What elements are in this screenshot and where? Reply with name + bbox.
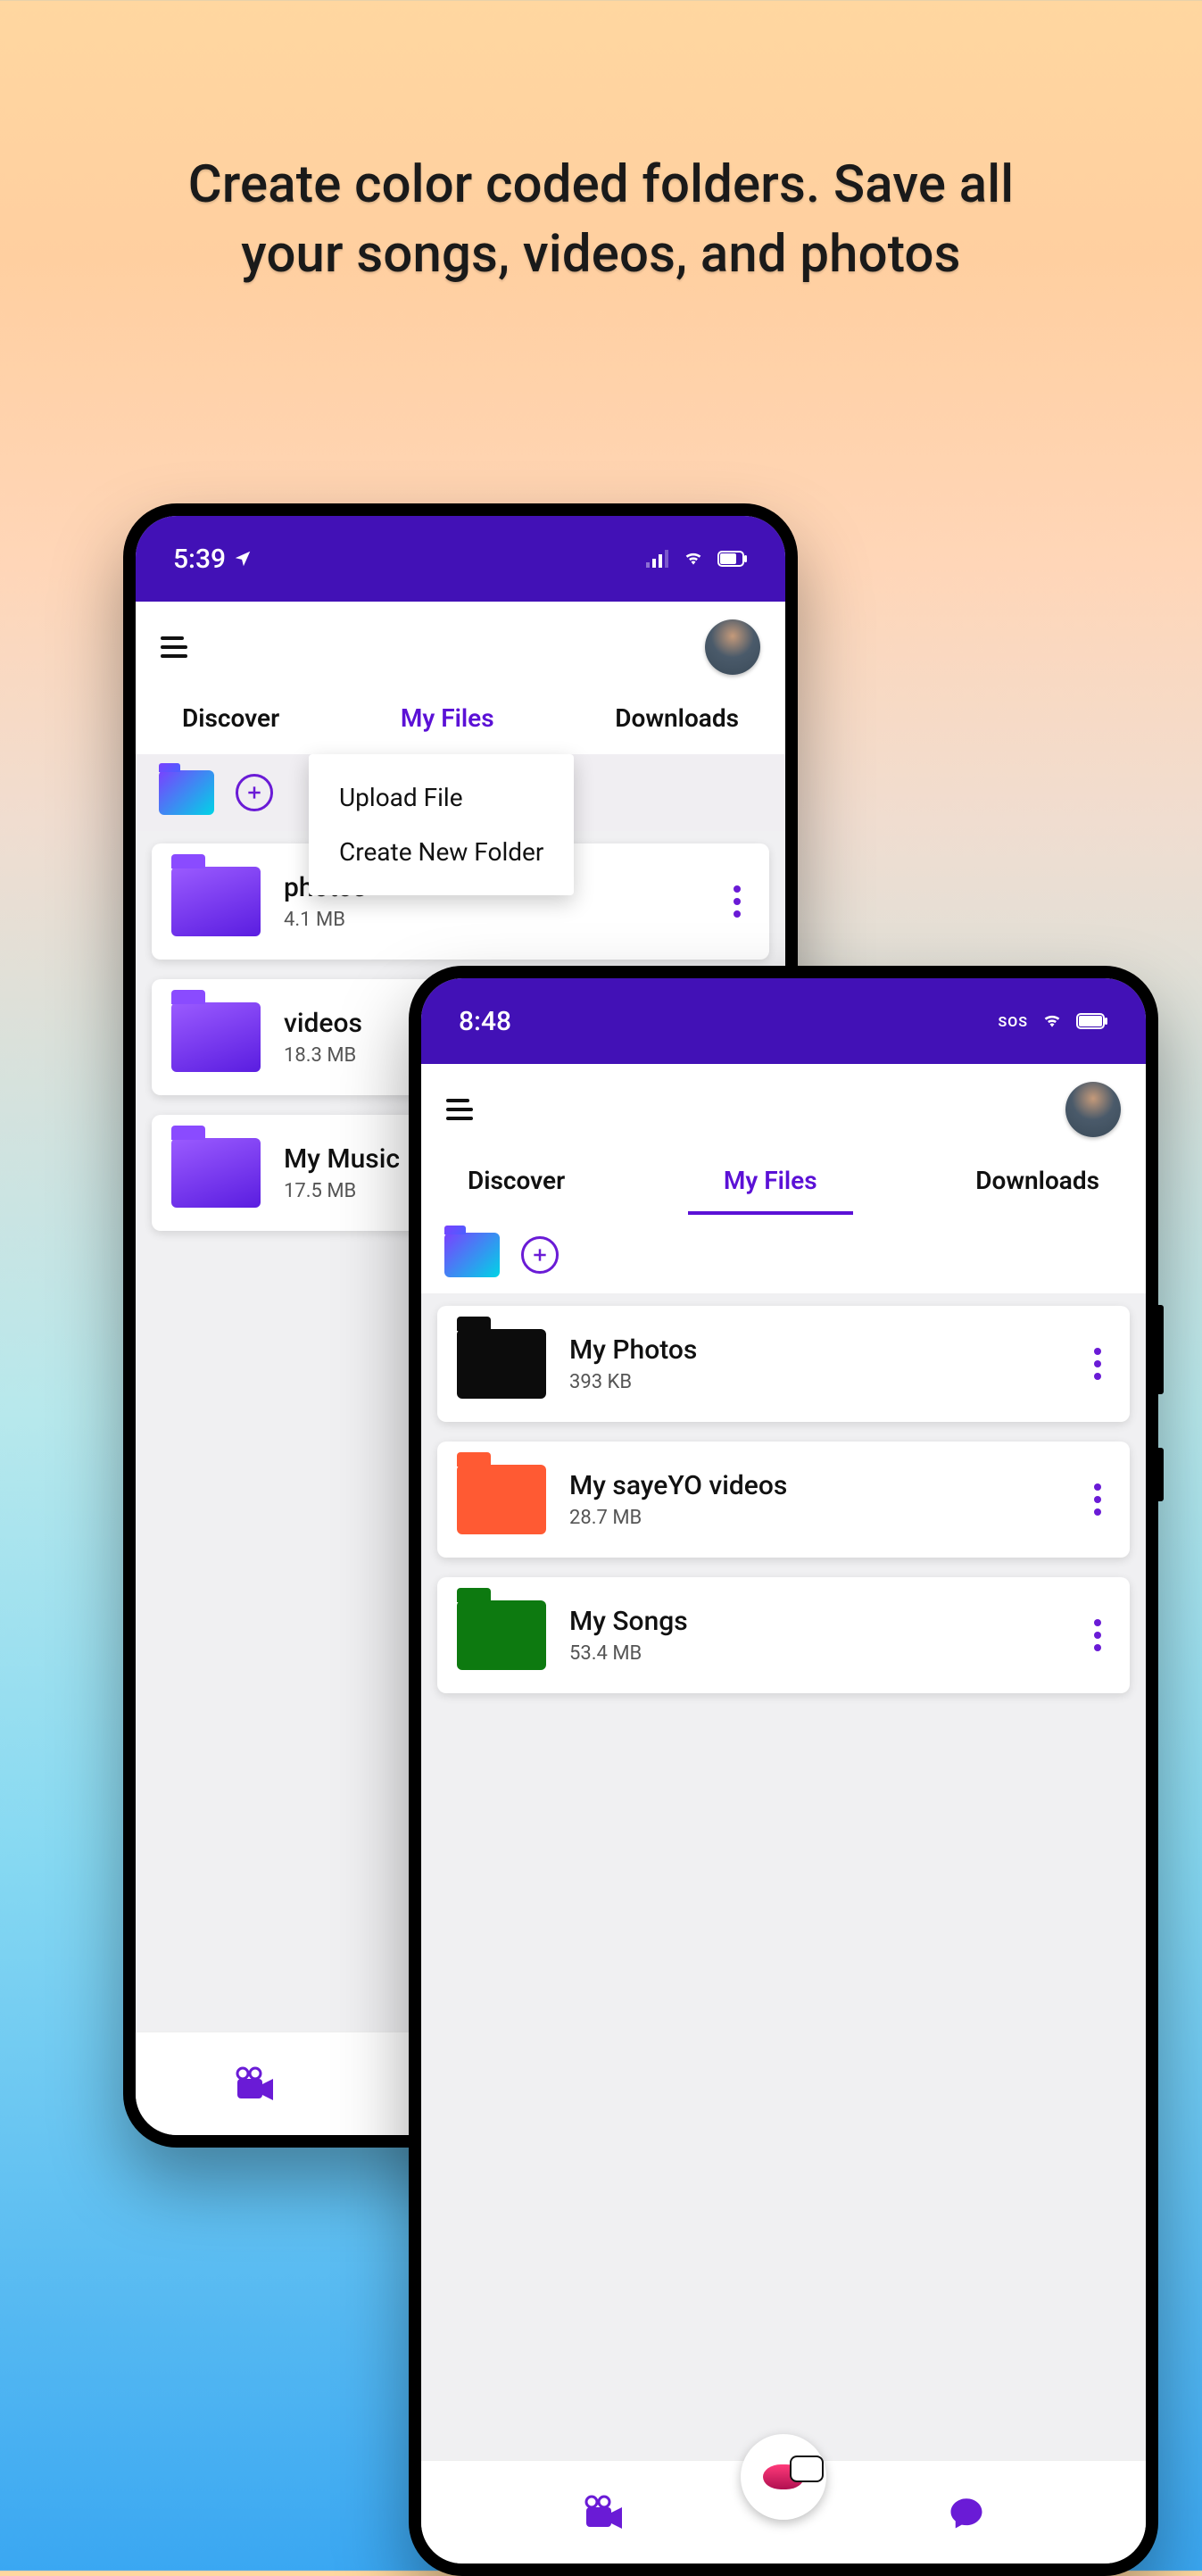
status-bar: 8:48 SOS (421, 978, 1146, 1064)
app-bar: Discover My Files Downloads (421, 1064, 1146, 1217)
folder-icon (457, 1465, 546, 1534)
tab-discover[interactable]: Discover (178, 698, 283, 738)
signal-icon (646, 550, 669, 568)
menu-item-upload-file[interactable]: Upload File (334, 770, 549, 825)
status-time: 8:48 (459, 1006, 511, 1037)
add-button[interactable] (521, 1236, 559, 1274)
status-bar: 5:39 (136, 516, 785, 602)
tabs: Discover My Files Downloads (161, 682, 760, 754)
phone-frame-right: 8:48 SOS Discover My Files Downloads (409, 966, 1158, 2576)
more-button[interactable] (1085, 1339, 1110, 1389)
more-button[interactable] (1085, 1610, 1110, 1660)
tab-my-files[interactable]: My Files (720, 1160, 821, 1201)
menu-item-create-folder[interactable]: Create New Folder (334, 825, 549, 879)
more-button[interactable] (1085, 1475, 1110, 1525)
new-folder-icon[interactable] (159, 770, 214, 815)
folder-name: My Photos (569, 1334, 1062, 1366)
wifi-icon (1040, 1012, 1064, 1030)
folder-size: 53.4 MB (569, 1642, 1062, 1665)
menu-button[interactable] (161, 636, 187, 658)
promo-headline: Create color coded folders. Save all you… (0, 150, 1202, 290)
status-time-text: 5:39 (173, 544, 226, 575)
headline-line-1: Create color coded folders. Save all (0, 150, 1202, 220)
new-folder-icon[interactable] (444, 1233, 500, 1277)
folder-icon (171, 1002, 261, 1072)
folder-size: 393 KB (569, 1371, 1062, 1393)
folder-name: My sayeYO videos (569, 1470, 1062, 1501)
tab-discover[interactable]: Discover (464, 1160, 568, 1201)
battery-icon (717, 551, 748, 567)
folder-icon (457, 1600, 546, 1670)
bottom-nav (421, 2460, 1146, 2564)
files-toolbar (421, 1217, 1146, 1293)
tab-downloads[interactable]: Downloads (611, 698, 742, 738)
folder-row[interactable]: My Photos 393 KB (437, 1306, 1130, 1422)
battery-icon (1076, 1013, 1108, 1029)
tab-downloads[interactable]: Downloads (972, 1160, 1103, 1201)
nav-chat-button[interactable] (948, 2494, 985, 2531)
phone-screen-right: 8:48 SOS Discover My Files Downloads (421, 978, 1146, 2564)
wifi-icon (682, 550, 705, 568)
sos-indicator: SOS (998, 1013, 1028, 1030)
more-button[interactable] (725, 877, 750, 927)
add-popup-menu: Upload File Create New Folder (309, 754, 574, 895)
folder-size: 28.7 MB (569, 1507, 1062, 1529)
folder-row[interactable]: My sayeYO videos 28.7 MB (437, 1442, 1130, 1558)
avatar[interactable] (1065, 1082, 1121, 1137)
nav-video-button[interactable] (234, 2066, 277, 2102)
add-button[interactable] (236, 774, 273, 811)
tab-my-files[interactable]: My Files (397, 698, 498, 738)
headline-line-2: your songs, videos, and photos (0, 220, 1202, 289)
nav-center-button[interactable] (741, 2434, 826, 2520)
folder-size: 4.1 MB (284, 909, 701, 931)
folder-icon (457, 1329, 546, 1399)
status-time: 5:39 (173, 544, 253, 575)
menu-button[interactable] (446, 1099, 473, 1120)
folder-list: My Photos 393 KB My sayeYO videos 28.7 M… (421, 1293, 1146, 2460)
logo-icon (763, 2464, 804, 2489)
folder-icon (171, 867, 261, 936)
tabs: Discover My Files Downloads (446, 1144, 1121, 1217)
location-icon (233, 549, 253, 569)
files-toolbar: Upload File Create New Folder (136, 754, 785, 831)
folder-row[interactable]: My Songs 53.4 MB (437, 1577, 1130, 1693)
folder-icon (171, 1138, 261, 1208)
folder-name: My Songs (569, 1606, 1062, 1637)
status-time-text: 8:48 (459, 1006, 511, 1037)
app-bar: Discover My Files Downloads (136, 602, 785, 754)
avatar[interactable] (705, 619, 760, 675)
nav-video-button[interactable] (583, 2495, 626, 2530)
